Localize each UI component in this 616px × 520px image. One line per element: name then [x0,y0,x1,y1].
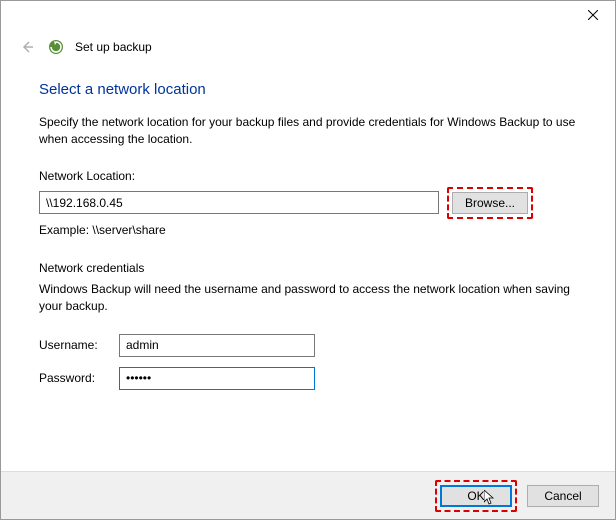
close-icon [588,10,598,20]
close-button[interactable] [571,1,615,29]
back-arrow-icon [19,39,35,55]
wizard-title: Set up backup [75,40,152,54]
password-input[interactable] [119,367,315,390]
cursor-icon [484,490,496,506]
page-content: Select a network location Specify the ne… [1,57,615,410]
network-location-label: Network Location: [39,169,577,183]
page-description: Specify the network location for your ba… [39,114,577,149]
password-label: Password: [39,371,119,385]
wizard-header: Set up backup [1,29,615,57]
credentials-description: Windows Backup will need the username an… [39,281,577,316]
network-location-input[interactable] [39,191,439,214]
browse-button[interactable]: Browse... [452,192,528,214]
browse-highlight: Browse... [447,187,533,219]
credentials-section-label: Network credentials [39,261,577,275]
username-row: Username: [39,334,577,357]
username-input[interactable] [119,334,315,357]
dialog-footer: OK Cancel [1,471,615,519]
titlebar [1,1,615,29]
network-location-row: Browse... [39,187,577,219]
username-label: Username: [39,338,119,352]
backup-wizard-icon [47,38,65,56]
cancel-button[interactable]: Cancel [527,485,599,507]
example-text: Example: \\server\share [39,223,577,237]
page-heading: Select a network location [39,81,577,98]
ok-highlight: OK [435,480,517,512]
ok-button[interactable]: OK [440,485,512,507]
ok-button-label: OK [467,489,484,503]
password-row: Password: [39,367,577,390]
back-button[interactable] [17,37,37,57]
